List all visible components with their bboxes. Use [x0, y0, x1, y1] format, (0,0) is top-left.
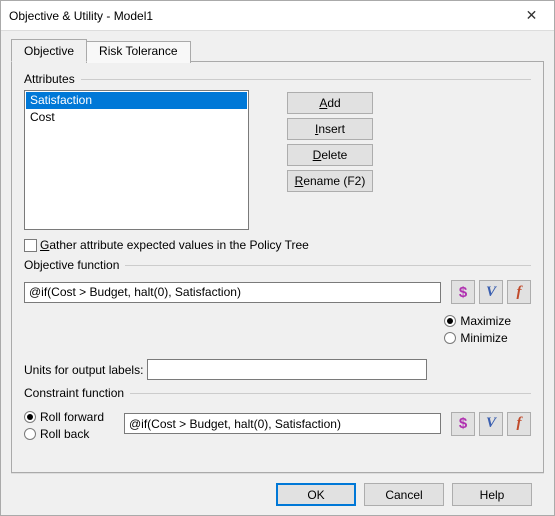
roll-forward-radio-row[interactable]: Roll forward: [24, 410, 114, 424]
show-vars-dollar-icon[interactable]: $: [451, 412, 475, 436]
tab-objective-label: Objective: [24, 44, 74, 58]
objective-function-input[interactable]: [24, 282, 441, 303]
roll-back-radio-row[interactable]: Roll back: [24, 427, 114, 441]
gather-checkbox-label: Gather attribute expected values in the …: [40, 238, 309, 252]
list-item[interactable]: Satisfaction: [26, 92, 247, 109]
attributes-listbox[interactable]: Satisfaction Cost: [24, 90, 249, 230]
tab-strip: Objective Risk Tolerance: [11, 39, 544, 61]
tab-objective[interactable]: Objective: [11, 39, 87, 62]
window-title: Objective & Utility - Model1: [9, 9, 509, 23]
roll-back-radio[interactable]: [24, 428, 36, 440]
roll-back-label: Roll back: [40, 427, 89, 441]
maximize-radio-row[interactable]: Maximize: [444, 314, 511, 328]
maximize-label: Maximize: [460, 314, 511, 328]
client-area: Objective Risk Tolerance Attributes Sati…: [1, 31, 554, 515]
ok-button[interactable]: OK: [276, 483, 356, 506]
constraint-function-group-label: Constraint function: [24, 386, 531, 400]
objective-function-row: $ V f: [24, 280, 531, 304]
constraint-function-row: Roll forward Roll back $ V f: [24, 406, 531, 441]
roll-forward-radio[interactable]: [24, 411, 36, 423]
gather-checkbox[interactable]: [24, 239, 37, 252]
show-vars-v-icon[interactable]: V: [479, 280, 503, 304]
direction-radio-group: Maximize Minimize: [444, 314, 511, 345]
dialog-footer: OK Cancel Help: [11, 473, 544, 515]
close-icon: ✕: [526, 7, 538, 24]
units-row: Units for output labels:: [24, 359, 531, 380]
list-item[interactable]: Cost: [26, 109, 247, 126]
add-button[interactable]: Add: [287, 92, 373, 114]
roll-radio-group: Roll forward Roll back: [24, 410, 114, 441]
gather-checkbox-row[interactable]: Gather attribute expected values in the …: [24, 238, 531, 252]
objective-function-group-label: Objective function: [24, 258, 531, 272]
units-label: Units for output labels:: [24, 363, 143, 377]
cancel-button[interactable]: Cancel: [364, 483, 444, 506]
delete-button[interactable]: Delete: [287, 144, 373, 166]
minimize-label: Minimize: [460, 331, 507, 345]
minimize-radio-row[interactable]: Minimize: [444, 331, 511, 345]
roll-forward-label: Roll forward: [40, 410, 104, 424]
tabpage-objective: Attributes Satisfaction Cost Add Insert …: [11, 61, 544, 473]
function-f-icon[interactable]: f: [507, 280, 531, 304]
dialog-window: Objective & Utility - Model1 ✕ Objective…: [0, 0, 555, 516]
titlebar: Objective & Utility - Model1 ✕: [1, 1, 554, 31]
rename-button[interactable]: Rename (F2): [287, 170, 373, 192]
show-vars-v-icon[interactable]: V: [479, 412, 503, 436]
attributes-group-label: Attributes: [24, 72, 531, 86]
minimize-radio[interactable]: [444, 332, 456, 344]
close-button[interactable]: ✕: [509, 1, 554, 31]
function-f-icon[interactable]: f: [507, 412, 531, 436]
attribute-buttons: Add Insert Delete Rename (F2): [287, 90, 373, 192]
constraint-icon-buttons: $ V f: [451, 412, 531, 436]
help-button[interactable]: Help: [452, 483, 532, 506]
objective-icon-buttons: $ V f: [451, 280, 531, 304]
insert-button[interactable]: Insert: [287, 118, 373, 140]
constraint-function-input[interactable]: [124, 413, 441, 434]
units-input[interactable]: [147, 359, 427, 380]
tab-risk-tolerance[interactable]: Risk Tolerance: [86, 41, 190, 63]
maximize-radio[interactable]: [444, 315, 456, 327]
show-vars-dollar-icon[interactable]: $: [451, 280, 475, 304]
tab-risk-tolerance-label: Risk Tolerance: [99, 44, 177, 58]
attributes-row: Satisfaction Cost Add Insert Delete Rena…: [24, 90, 531, 230]
